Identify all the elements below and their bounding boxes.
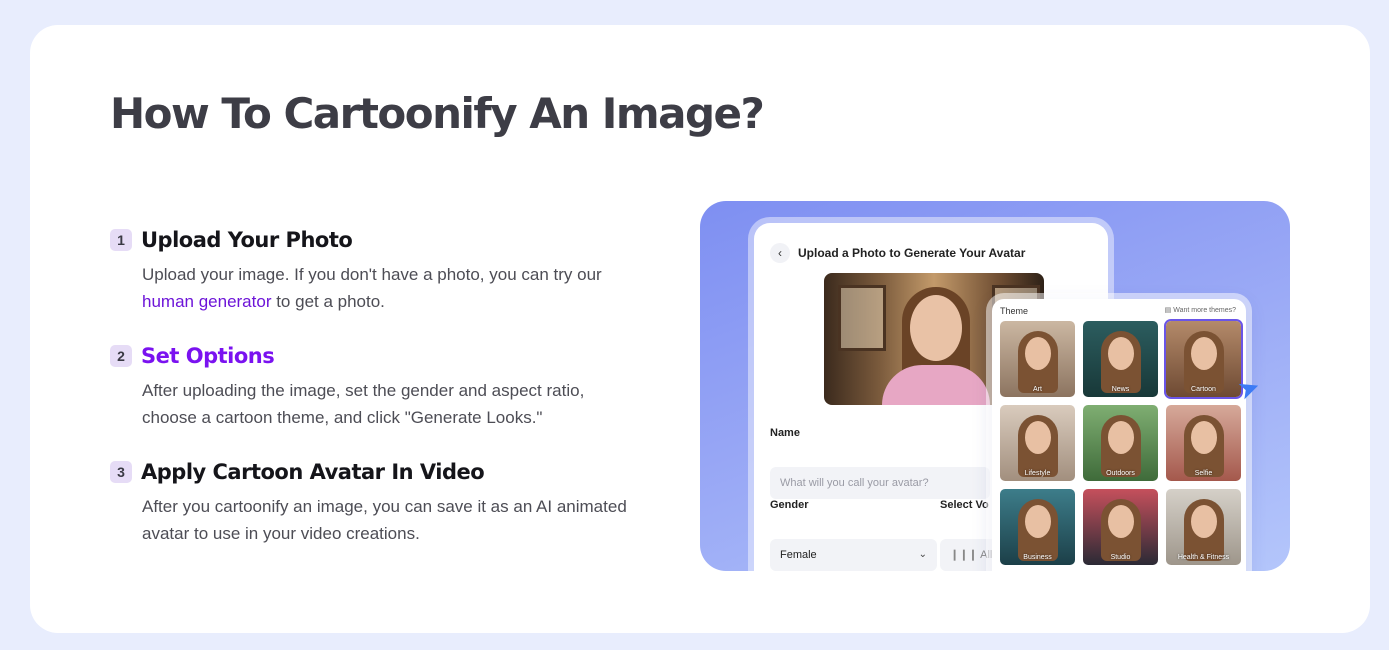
theme-tile-art[interactable]: Art: [1000, 321, 1075, 397]
step-set-options: 2 Set Options After uploading the image,…: [110, 341, 630, 431]
theme-panel: Theme ▤ Want more themes? Art News Carto…: [992, 299, 1246, 571]
step-number-badge: 3: [110, 461, 132, 483]
gender-label: Gender: [770, 499, 809, 511]
theme-tile-cartoon[interactable]: Cartoon: [1166, 321, 1241, 397]
back-arrow-icon[interactable]: ‹: [770, 243, 790, 263]
panel-title: Upload a Photo to Generate Your Avatar: [798, 246, 1026, 260]
avatar-name-input[interactable]: What will you call your avatar?: [770, 467, 990, 499]
theme-tile-studio[interactable]: Studio: [1083, 489, 1158, 565]
theme-tile-selfie[interactable]: Selfie: [1166, 405, 1241, 481]
step-description: After you cartoonify an image, you can s…: [142, 497, 627, 543]
theme-grid: Art News Cartoon Lifestyle Outdoors Self…: [1000, 321, 1241, 565]
step-description: Upload your image. If you don't have a p…: [142, 265, 602, 311]
product-illustration: ‹ Upload a Photo to Generate Your Avatar…: [700, 201, 1290, 571]
voice-label: Select Vo: [940, 499, 989, 511]
step-number-badge: 2: [110, 345, 132, 367]
step-title[interactable]: Set Options: [141, 344, 275, 368]
human-generator-link[interactable]: human generator: [142, 292, 271, 311]
want-more-themes-link[interactable]: ▤ Want more themes?: [1165, 306, 1236, 314]
page-title: How To Cartoonify An Image?: [110, 89, 765, 138]
theme-tile-health-fitness[interactable]: Health & Fitness: [1166, 489, 1241, 565]
chevron-down-icon: ⌄: [918, 549, 927, 560]
theme-tile-outdoors[interactable]: Outdoors: [1083, 405, 1158, 481]
content-card: How To Cartoonify An Image? 1 Upload You…: [30, 25, 1370, 633]
waveform-icon: ❙❙❙: [950, 549, 981, 561]
step-title[interactable]: Upload Your Photo: [141, 228, 353, 252]
step-apply-avatar: 3 Apply Cartoon Avatar In Video After yo…: [110, 457, 630, 547]
step-number-badge: 1: [110, 229, 132, 251]
step-upload: 1 Upload Your Photo Upload your image. I…: [110, 225, 630, 315]
gender-select[interactable]: Female ⌄: [770, 539, 937, 571]
theme-label: Theme: [1000, 306, 1029, 316]
step-title[interactable]: Apply Cartoon Avatar In Video: [141, 460, 485, 484]
name-label: Name: [770, 427, 800, 439]
step-description: After uploading the image, set the gende…: [142, 381, 585, 427]
theme-tile-business[interactable]: Business: [1000, 489, 1075, 565]
theme-tile-lifestyle[interactable]: Lifestyle: [1000, 405, 1075, 481]
theme-tile-news[interactable]: News: [1083, 321, 1158, 397]
